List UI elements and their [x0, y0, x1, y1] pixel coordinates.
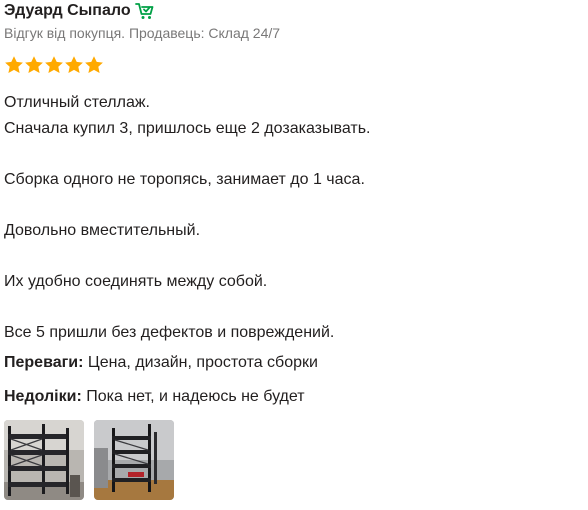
- review-photo-1[interactable]: [4, 420, 84, 500]
- shopping-cart-check-icon: [134, 1, 155, 21]
- review-header: Эдуард Сыпало: [4, 0, 584, 22]
- star-icon: [45, 56, 63, 73]
- review-photos: [4, 420, 584, 500]
- rating-stars: [4, 55, 584, 75]
- cons-text: Пока нет, и надеюсь не будет: [86, 388, 305, 405]
- review-text: Отличный стеллаж. Сначала купил 3, пришл…: [4, 94, 371, 341]
- review-cons: Недоліки: Пока нет, и надеюсь не будет: [4, 386, 584, 408]
- star-icon: [65, 56, 83, 73]
- review-card: Эдуард Сыпало Відгук від покупця. Продав…: [4, 0, 584, 500]
- star-icon: [85, 56, 103, 73]
- pros-label: Переваги:: [4, 354, 84, 371]
- review-pros: Переваги: Цена, дизайн, простота сборки: [4, 352, 584, 374]
- review-photo-2[interactable]: [94, 420, 174, 500]
- review-meta: Відгук від покупця. Продавець: Склад 24/…: [4, 25, 281, 41]
- review-pros-cons: Переваги: Цена, дизайн, простота сборки …: [4, 352, 584, 408]
- cons-label: Недоліки:: [4, 388, 82, 405]
- star-icon: [5, 56, 23, 73]
- review-author: Эдуард Сыпало: [4, 2, 131, 19]
- star-icon: [25, 56, 43, 73]
- pros-text: Цена, дизайн, простота сборки: [87, 354, 318, 371]
